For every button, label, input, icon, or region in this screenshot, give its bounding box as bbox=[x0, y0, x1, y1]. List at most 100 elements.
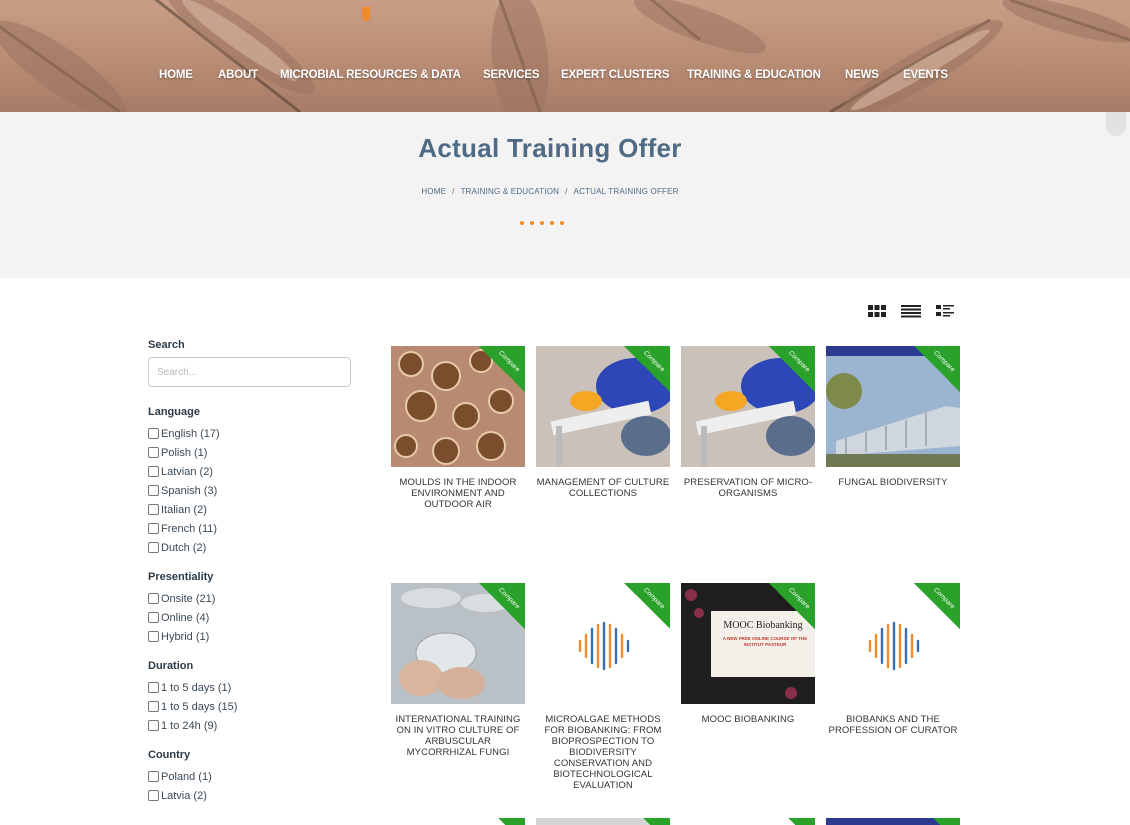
option-label: Onsite (21) bbox=[161, 592, 216, 605]
compare-ribbon[interactable] bbox=[769, 818, 815, 825]
filter-option-hybrid[interactable]: Hybrid (1) bbox=[148, 627, 358, 646]
filter-option-duration-1[interactable]: 1 to 5 days (1) bbox=[148, 678, 358, 697]
option-label: Latvian (2) bbox=[161, 465, 213, 478]
course-card[interactable] bbox=[826, 818, 960, 825]
option-label: Poland (1) bbox=[161, 770, 212, 783]
course-thumbnail: Compare bbox=[391, 346, 525, 467]
checkbox[interactable] bbox=[148, 701, 159, 712]
checkbox[interactable] bbox=[148, 542, 159, 553]
breadcrumb-separator: / bbox=[565, 187, 568, 196]
nav-expert-clusters[interactable]: EXPERT CLUSTERS bbox=[561, 69, 669, 81]
breadcrumb-training[interactable]: TRAINING & EDUCATION bbox=[461, 187, 560, 196]
grid-view-icon[interactable] bbox=[866, 304, 888, 318]
decorative-dots bbox=[520, 221, 564, 225]
filter-option-polish[interactable]: Polish (1) bbox=[148, 443, 358, 462]
nav-services[interactable]: SERVICES bbox=[483, 69, 540, 81]
filter-option-spanish[interactable]: Spanish (3) bbox=[148, 481, 358, 500]
checkbox[interactable] bbox=[148, 504, 159, 515]
checkbox[interactable] bbox=[148, 593, 159, 604]
nav-home[interactable]: HOME bbox=[159, 69, 193, 81]
course-thumbnail: Compare bbox=[536, 346, 670, 467]
scrollbar-thumb[interactable] bbox=[1106, 112, 1126, 136]
course-card[interactable] bbox=[536, 818, 670, 825]
filter-option-english[interactable]: English (17) bbox=[148, 424, 358, 443]
banner-background-image bbox=[0, 0, 1130, 112]
filter-option-poland[interactable]: Poland (1) bbox=[148, 767, 358, 786]
compare-ribbon[interactable]: Compare bbox=[769, 583, 815, 629]
course-card[interactable]: Compare MANAGEMENT OF CULTURE COLLECTION… bbox=[536, 346, 670, 499]
course-card[interactable]: Compare MOULDS IN THE INDOOR ENVIRONMENT… bbox=[391, 346, 525, 510]
main-navigation: HOME ABOUT MICROBIAL RESOURCES & DATA SE… bbox=[0, 69, 1130, 89]
course-thumbnail: Compare bbox=[681, 346, 815, 467]
compare-ribbon[interactable]: Compare bbox=[914, 583, 960, 629]
filter-option-italian[interactable]: Italian (2) bbox=[148, 500, 358, 519]
compare-ribbon[interactable]: Compare bbox=[914, 346, 960, 392]
checkbox[interactable] bbox=[148, 485, 159, 496]
checkbox[interactable] bbox=[148, 790, 159, 801]
course-card[interactable] bbox=[681, 818, 815, 825]
nav-news[interactable]: NEWS bbox=[845, 69, 879, 81]
checkbox[interactable] bbox=[148, 682, 159, 693]
course-card[interactable]: Compare INTERNATIONAL TRAINING ON IN VIT… bbox=[391, 583, 525, 758]
compare-ribbon[interactable] bbox=[914, 818, 960, 825]
compare-ribbon[interactable] bbox=[479, 818, 525, 825]
course-title[interactable]: INTERNATIONAL TRAINING ON IN VITRO CULTU… bbox=[391, 714, 525, 758]
nav-microbial-resources[interactable]: MICROBIAL RESOURCES & DATA bbox=[280, 69, 461, 81]
detail-list-view-icon[interactable] bbox=[934, 304, 956, 318]
course-title[interactable]: MANAGEMENT OF CULTURE COLLECTIONS bbox=[536, 477, 670, 499]
presentiality-filter-title: Presentiality bbox=[148, 571, 214, 583]
nav-events[interactable]: EVENTS bbox=[903, 69, 948, 81]
filter-option-online[interactable]: Online (4) bbox=[148, 608, 358, 627]
filter-option-onsite[interactable]: Onsite (21) bbox=[148, 589, 358, 608]
course-card[interactable]: Compare PRESERVATION OF MICRO-ORGANISMS bbox=[681, 346, 815, 499]
course-card[interactable]: Compare BIOBANKS AND THE PROFESSION OF C… bbox=[826, 583, 960, 736]
nav-training-education[interactable]: TRAINING & EDUCATION bbox=[687, 69, 821, 81]
compare-ribbon[interactable] bbox=[624, 818, 670, 825]
checkbox[interactable] bbox=[148, 428, 159, 439]
course-title[interactable]: BIOBANKS AND THE PROFESSION OF CURATOR bbox=[826, 714, 960, 736]
option-label: Online (4) bbox=[161, 611, 210, 624]
breadcrumb-home[interactable]: HOME bbox=[421, 187, 446, 196]
breadcrumb: HOME / TRAINING & EDUCATION / ACTUAL TRAININ… bbox=[0, 187, 1100, 196]
checkbox[interactable] bbox=[148, 720, 159, 731]
course-title[interactable]: MICROALGAE METHODS FOR BIOBANKING: FROM … bbox=[536, 714, 670, 791]
checkbox[interactable] bbox=[148, 447, 159, 458]
course-title[interactable]: MOOC BIOBANKING bbox=[681, 714, 815, 725]
duration-filter-title: Duration bbox=[148, 660, 194, 672]
checkbox[interactable] bbox=[148, 631, 159, 642]
course-title[interactable]: FUNGAL BIODIVERSITY bbox=[826, 477, 960, 488]
checkbox[interactable] bbox=[148, 612, 159, 623]
course-title[interactable]: PRESERVATION OF MICRO-ORGANISMS bbox=[681, 477, 815, 499]
course-thumbnail: Compare bbox=[536, 583, 670, 704]
course-card[interactable]: Compare FUNGAL BIODIVERSITY bbox=[826, 346, 960, 488]
compare-ribbon[interactable]: Compare bbox=[624, 346, 670, 392]
checkbox[interactable] bbox=[148, 466, 159, 477]
course-thumbnail: Compare bbox=[826, 346, 960, 467]
course-card[interactable] bbox=[391, 818, 525, 825]
compare-ribbon[interactable]: Compare bbox=[624, 583, 670, 629]
nav-about[interactable]: ABOUT bbox=[218, 69, 258, 81]
compare-ribbon[interactable]: Compare bbox=[479, 583, 525, 629]
header-banner: HOME ABOUT MICROBIAL RESOURCES & DATA SE… bbox=[0, 0, 1130, 112]
filter-option-french[interactable]: French (11) bbox=[148, 519, 358, 538]
filter-option-latvian[interactable]: Latvian (2) bbox=[148, 462, 358, 481]
filter-option-latvia[interactable]: Latvia (2) bbox=[148, 786, 358, 805]
filter-option-dutch[interactable]: Dutch (2) bbox=[148, 538, 358, 557]
option-label: English (17) bbox=[161, 427, 220, 440]
filter-option-duration-2[interactable]: 1 to 5 days (15) bbox=[148, 697, 358, 716]
course-card[interactable]: MOOC Biobanking A NEW FREE ONLINE COURSE… bbox=[681, 583, 815, 725]
list-view-icon[interactable] bbox=[900, 304, 922, 318]
compare-ribbon[interactable]: Compare bbox=[769, 346, 815, 392]
filter-option-duration-3[interactable]: 1 to 24h (9) bbox=[148, 716, 358, 735]
course-title[interactable]: MOULDS IN THE INDOOR ENVIRONMENT AND OUT… bbox=[391, 477, 525, 510]
checkbox[interactable] bbox=[148, 771, 159, 782]
option-label: 1 to 5 days (15) bbox=[161, 700, 238, 713]
course-thumbnail: Compare bbox=[826, 583, 960, 704]
duration-filter: Duration 1 to 5 days (1) 1 to 5 days (15… bbox=[148, 660, 358, 735]
course-card[interactable]: Compare MICROALGAE METHODS FOR BIOBANKIN… bbox=[536, 583, 670, 791]
search-input[interactable] bbox=[148, 357, 351, 387]
checkbox[interactable] bbox=[148, 523, 159, 534]
page-title: Actual Training Offer bbox=[418, 133, 682, 163]
option-label: Italian (2) bbox=[161, 503, 207, 516]
compare-ribbon[interactable]: Compare bbox=[479, 346, 525, 392]
